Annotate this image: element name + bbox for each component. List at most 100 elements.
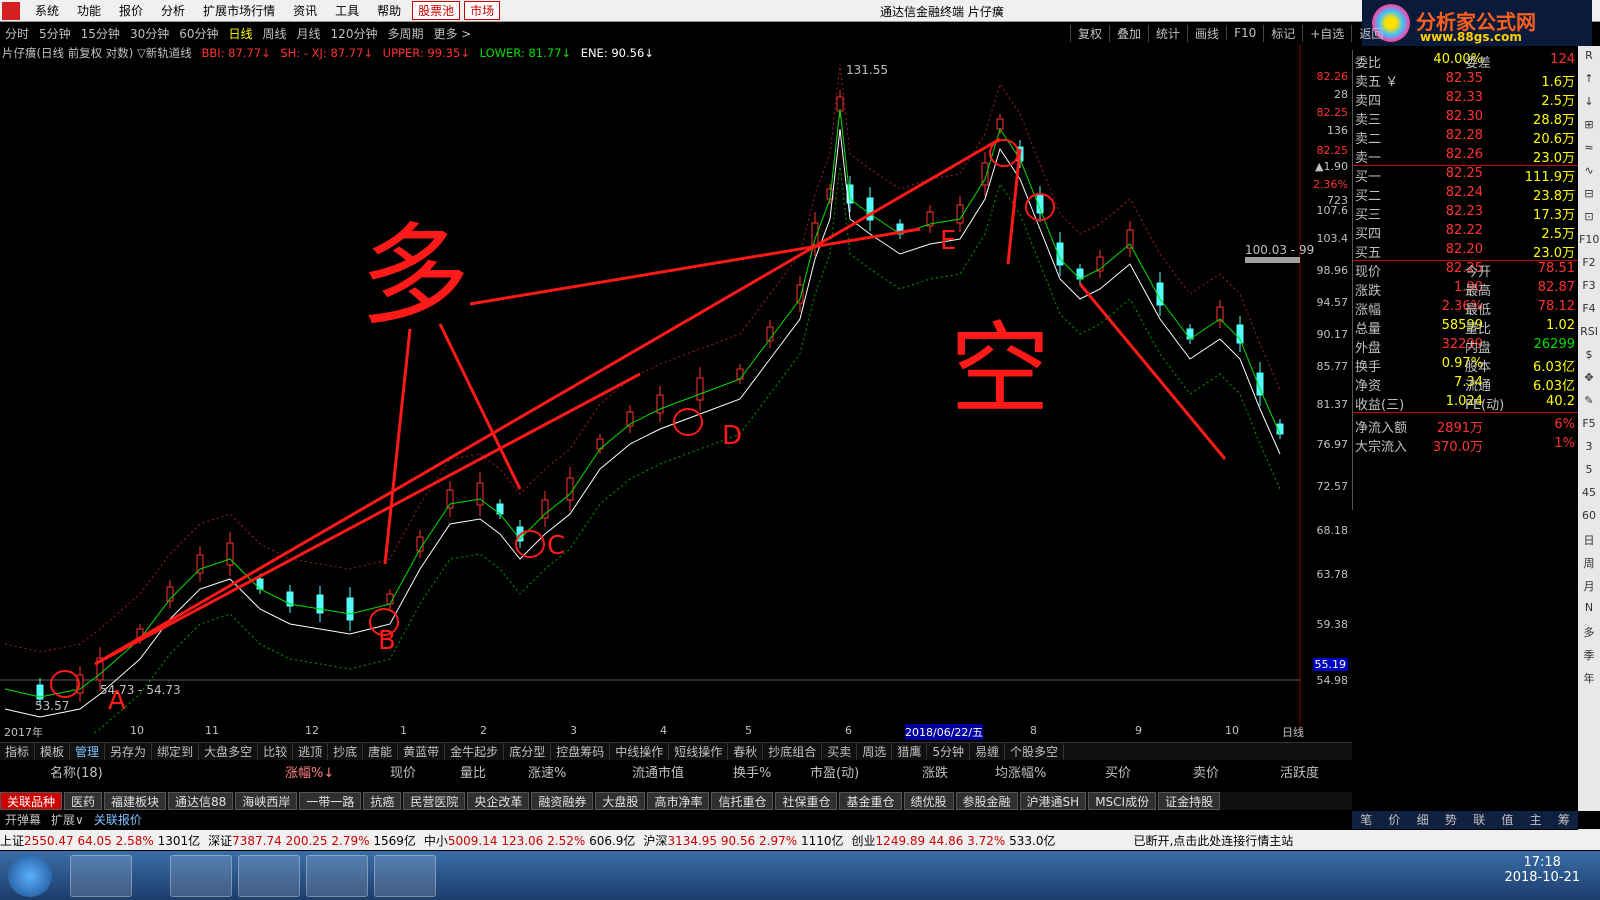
sidebar-tool-icon[interactable]: ↑ — [1579, 72, 1599, 92]
sidebar-tool-icon[interactable]: F2 — [1579, 256, 1599, 276]
indicator-tool[interactable]: 逃顶 — [293, 743, 329, 760]
menu-item[interactable]: 功能 — [68, 2, 110, 19]
period-tab[interactable]: 日线 — [224, 25, 258, 42]
period-tab[interactable]: 周线 — [258, 25, 292, 42]
indicator-tool[interactable]: 易缠 — [970, 743, 1005, 760]
indicator-tool[interactable]: 大盘多空 — [199, 743, 259, 760]
sidebar-tool-icon[interactable]: ≈ — [1579, 141, 1599, 161]
menu-item[interactable]: 帮助 — [368, 2, 410, 19]
quote-subtab[interactable]: 笔 — [1352, 811, 1380, 829]
block-tab[interactable]: 大盘股 — [595, 792, 646, 810]
quote-subtab[interactable]: 筹 — [1550, 811, 1578, 829]
block-tab[interactable]: 关联品种 — [0, 792, 63, 810]
quote-subtab[interactable]: 联 — [1465, 811, 1493, 829]
chart-tool-button[interactable]: 标记 — [1263, 24, 1302, 42]
start-button[interactable] — [8, 855, 52, 897]
menu-item[interactable]: 工具 — [326, 2, 368, 19]
indicator-tool[interactable]: 抄底 — [328, 743, 364, 760]
block-tab[interactable]: 通达信88 — [168, 792, 234, 810]
sub-tab[interactable]: 关联报价 — [89, 811, 147, 829]
column-header[interactable]: 卖价 — [1193, 762, 1219, 781]
quote-subtab[interactable]: 值 — [1493, 811, 1521, 829]
menu-item[interactable]: 资讯 — [284, 2, 326, 19]
sidebar-tool-icon[interactable]: $ — [1579, 348, 1599, 368]
taskbar-app-icon[interactable] — [70, 855, 132, 897]
index-quote[interactable]: 上证2550.47 64.05 2.58% 1301亿 — [0, 832, 200, 849]
indicator-tool[interactable]: 周选 — [857, 743, 893, 760]
sidebar-tool-icon[interactable]: ✥ — [1579, 371, 1599, 391]
column-header[interactable]: 买价 — [1105, 762, 1131, 781]
indicator-tool[interactable]: 管理 — [70, 743, 106, 760]
menu-item[interactable]: 系统 — [26, 2, 68, 19]
sidebar-tool-icon[interactable]: 年 — [1579, 670, 1599, 690]
market-button[interactable]: 市场 — [464, 1, 501, 20]
chart-tool-button[interactable]: F10 — [1226, 26, 1263, 40]
period-tab[interactable]: 15分钟 — [76, 25, 125, 42]
sub-tab[interactable]: 开弹幕 — [0, 811, 46, 829]
kline-chart[interactable]: ABCDE多空131.5553.5754.73 - 54.73100.03 - … — [0, 44, 1352, 734]
period-tab[interactable]: 120分钟 — [326, 25, 383, 42]
column-header[interactable]: 涨跌 — [922, 762, 948, 781]
sidebar-tool-icon[interactable]: 月 — [1579, 578, 1599, 598]
indicator-tool[interactable]: 控盘筹码 — [551, 743, 611, 760]
sidebar-tool-icon[interactable]: R — [1579, 49, 1599, 69]
block-tab[interactable]: 高市净率 — [647, 792, 710, 810]
chart-tool-button[interactable]: +自选 — [1302, 24, 1351, 42]
indicator-tool[interactable]: 底分型 — [504, 743, 552, 760]
quote-subtab[interactable]: 势 — [1437, 811, 1465, 829]
block-tab[interactable]: 融资融券 — [531, 792, 594, 810]
period-tab[interactable]: 30分钟 — [125, 25, 174, 42]
stock-pool-button[interactable]: 股票池 — [412, 1, 461, 20]
indicator-tool[interactable]: 另存为 — [105, 743, 153, 760]
column-header[interactable]: 流通市值 — [632, 762, 684, 781]
taskbar-wechat-icon[interactable] — [238, 855, 300, 897]
indicator-tool[interactable]: 短线操作 — [669, 743, 729, 760]
block-tab[interactable]: 参股金融 — [955, 792, 1018, 810]
index-quote[interactable]: 中小5009.14 123.06 2.52% 606.9亿 — [424, 832, 636, 849]
period-tab[interactable]: 5分钟 — [34, 25, 76, 42]
sidebar-tool-icon[interactable]: 3 — [1579, 440, 1599, 460]
block-tab[interactable]: 社保重仓 — [775, 792, 838, 810]
block-tab[interactable]: 基金重仓 — [839, 792, 902, 810]
block-tab[interactable]: 一带一路 — [299, 792, 362, 810]
period-tab[interactable]: 60分钟 — [174, 25, 223, 42]
chart-tool-button[interactable]: 叠加 — [1109, 24, 1148, 42]
chart-tool-button[interactable]: 统计 — [1148, 24, 1187, 42]
block-tab[interactable]: 绩优股 — [903, 792, 954, 810]
sidebar-tool-icon[interactable]: ✎ — [1579, 394, 1599, 414]
chart-tool-button[interactable]: 画线 — [1187, 24, 1226, 42]
sidebar-tool-icon[interactable]: 60 — [1579, 509, 1599, 529]
period-tab[interactable]: 分时 — [0, 25, 34, 42]
sidebar-tool-icon[interactable]: F4 — [1579, 302, 1599, 322]
indicator-tool[interactable]: 指标 — [0, 743, 36, 760]
taskbar-camera-icon[interactable] — [374, 855, 436, 897]
indicator-tool[interactable]: 买卖 — [822, 743, 858, 760]
sidebar-tool-icon[interactable]: N — [1579, 601, 1599, 621]
indicator-tool[interactable]: 比较 — [258, 743, 294, 760]
indicator-tool[interactable]: 猎鹰 — [892, 743, 928, 760]
quote-subtab[interactable]: 细 — [1409, 811, 1437, 829]
block-tab[interactable]: 证金持股 — [1158, 792, 1221, 810]
column-header[interactable]: 均涨幅% — [995, 762, 1046, 781]
indicator-tool[interactable]: 春秋 — [728, 743, 764, 760]
column-header[interactable]: 活跃度 — [1280, 762, 1319, 781]
menu-item[interactable]: 扩展市场行情 — [194, 2, 284, 19]
sidebar-tool-icon[interactable]: F3 — [1579, 279, 1599, 299]
column-header[interactable]: 涨幅%↓ — [285, 762, 334, 781]
menu-item[interactable]: 分析 — [152, 2, 194, 19]
index-quote[interactable]: 创业1249.89 44.86 3.72% 533.0亿 — [852, 832, 1056, 849]
menu-item[interactable]: 报价 — [110, 2, 152, 19]
indicator-tool[interactable]: 5分钟 — [927, 743, 970, 760]
sidebar-tool-icon[interactable]: 日 — [1579, 532, 1599, 552]
period-tab[interactable]: 更多 > — [428, 25, 476, 42]
block-tab[interactable]: MSCI成份 — [1088, 792, 1157, 810]
block-tab[interactable]: 沪港通SH — [1019, 792, 1087, 810]
indicator-tool[interactable]: 绑定到 — [152, 743, 200, 760]
chart-tool-button[interactable]: 返回 — [1351, 24, 1390, 42]
chart-tool-button[interactable]: 复权 — [1070, 24, 1109, 42]
block-tab[interactable]: 医药 — [64, 792, 103, 810]
block-tab[interactable]: 海峡西岸 — [235, 792, 298, 810]
sidebar-tool-icon[interactable]: 多 — [1579, 624, 1599, 644]
sidebar-tool-icon[interactable]: 季 — [1579, 647, 1599, 667]
block-tab[interactable]: 民营医院 — [403, 792, 466, 810]
